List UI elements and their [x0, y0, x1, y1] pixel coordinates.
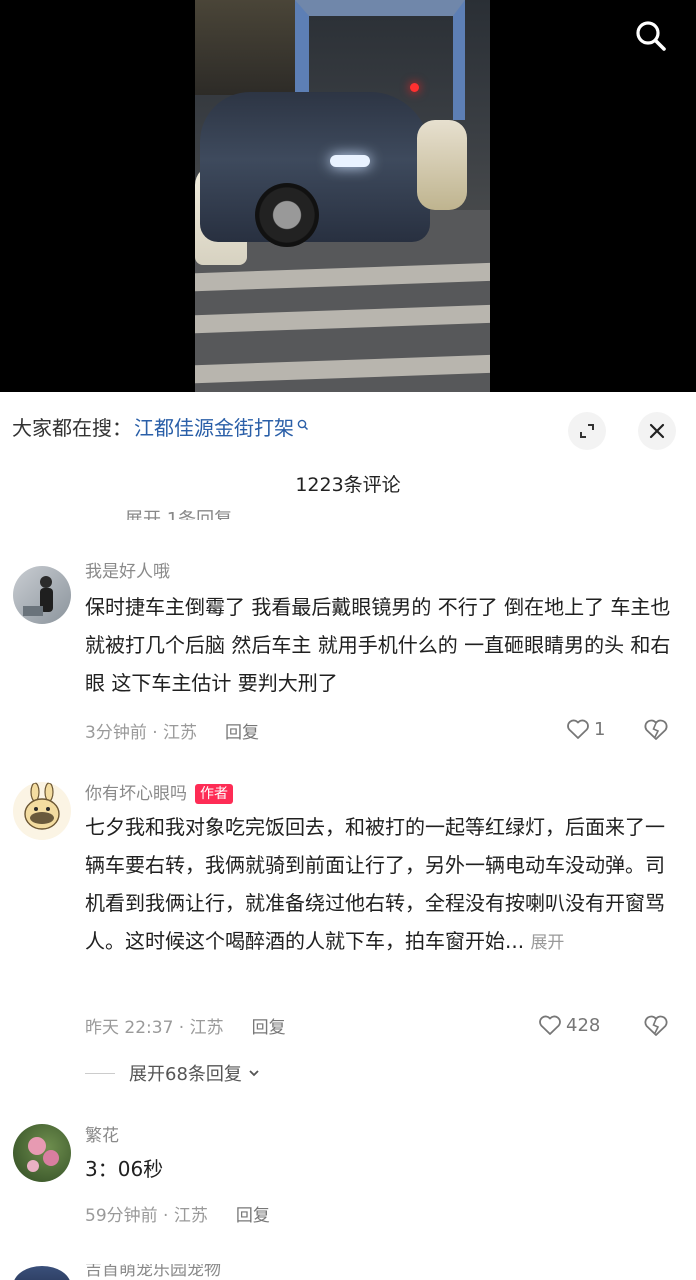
heart-icon: [567, 719, 589, 739]
avatar-rabbit-icon: [24, 782, 60, 830]
trending-query-link[interactable]: 江都佳源金街打架: [134, 412, 294, 441]
comment-time-location: 昨天 22:37 · 江苏: [85, 1018, 224, 1038]
heart-icon: [539, 1015, 561, 1035]
comment-username[interactable]: 我是好人哦: [85, 560, 170, 584]
comment-username: 你有坏心眼吗 作者: [85, 782, 233, 806]
comment-time-location: 3分钟前 · 江苏: [85, 723, 198, 743]
video-rider: [417, 120, 467, 210]
comment-time-location: 59分钟前 · 江苏: [85, 1206, 208, 1226]
comment-count-title: 1223条评论: [295, 474, 401, 496]
avatar[interactable]: [13, 1124, 71, 1182]
expand-icon: [580, 424, 594, 438]
video-player[interactable]: [0, 0, 696, 392]
comment-text: 保时捷车主倒霉了 我看最后戴眼镜男的 不行了 倒在地上了 车主也就被打几个后脑 …: [85, 595, 671, 695]
comment-text: 3：06秒: [85, 1157, 164, 1181]
comment-username[interactable]: 繁花: [85, 1124, 119, 1148]
broken-heart-icon: [644, 719, 668, 740]
video-frame: [195, 0, 490, 392]
expand-sheet-button[interactable]: [568, 412, 606, 450]
comment-meta: 3分钟前 · 江苏 回复: [85, 721, 259, 745]
close-sheet-button[interactable]: [638, 412, 676, 450]
like-button[interactable]: 428: [538, 1014, 600, 1036]
broken-heart-icon: [644, 1015, 668, 1036]
video-wheel: [255, 183, 319, 247]
truncated-reply-text: 展开 1条回复: [125, 510, 232, 520]
avatar[interactable]: [13, 566, 71, 624]
reply-button[interactable]: 回复: [252, 1016, 286, 1040]
close-icon: [649, 423, 665, 439]
comment-text: 七夕我和我对象吃完饭回去，和被打的一起等红绿灯，后面来了一辆车要右转，我俩就骑到…: [85, 808, 681, 962]
chevron-down-icon: [249, 1070, 259, 1077]
comment-username[interactable]: 吉首萌宠乐园宠物: [85, 1264, 221, 1280]
author-badge: 作者: [195, 784, 233, 804]
trending-label: 大家都在搜：: [12, 415, 132, 440]
small-search-icon: [297, 419, 309, 431]
comment-sheet: 大家都在搜： 江都佳源金街打架 1223条评论 展开 1条回复 我: [0, 392, 696, 1280]
expand-text-link[interactable]: 展开: [530, 933, 564, 953]
like-button[interactable]: 1: [566, 718, 605, 740]
truncated-reply-row: 展开 1条回复: [125, 510, 255, 520]
search-icon: [636, 21, 666, 51]
search-button[interactable]: [630, 15, 672, 57]
video-traffic-light: [410, 83, 419, 92]
avatar-flower-icon: [27, 1137, 59, 1172]
comment-username-text[interactable]: 你有坏心眼吗: [85, 782, 187, 806]
video-headlight: [330, 155, 370, 167]
avatar[interactable]: [13, 1266, 71, 1280]
video-building: [195, 0, 305, 95]
comment-text-body: 七夕我和我对象吃完饭回去，和被打的一起等红绿灯，后面来了一辆车要右转，我俩就骑到…: [85, 815, 665, 953]
dislike-button[interactable]: [641, 1011, 671, 1041]
like-count: 1: [594, 718, 606, 740]
trending-search-bar[interactable]: 大家都在搜： 江都佳源金街打架: [12, 412, 309, 440]
reply-button[interactable]: 回复: [236, 1204, 270, 1228]
dislike-button[interactable]: [641, 715, 671, 745]
like-count: 428: [566, 1014, 601, 1036]
comment-meta: 59分钟前 · 江苏 回复: [85, 1204, 270, 1228]
comment-item: 吉首萌宠乐园宠物: [0, 1264, 696, 1280]
comment-meta: 昨天 22:37 · 江苏 回复: [85, 1016, 286, 1040]
avatar[interactable]: [13, 782, 71, 840]
reply-divider: [85, 1072, 115, 1074]
reply-button[interactable]: 回复: [225, 721, 259, 745]
expand-replies-label: 展开68条回复: [129, 1064, 242, 1085]
expand-replies-button[interactable]: 展开68条回复: [85, 1060, 262, 1086]
avatar-person-icon: [23, 576, 53, 616]
